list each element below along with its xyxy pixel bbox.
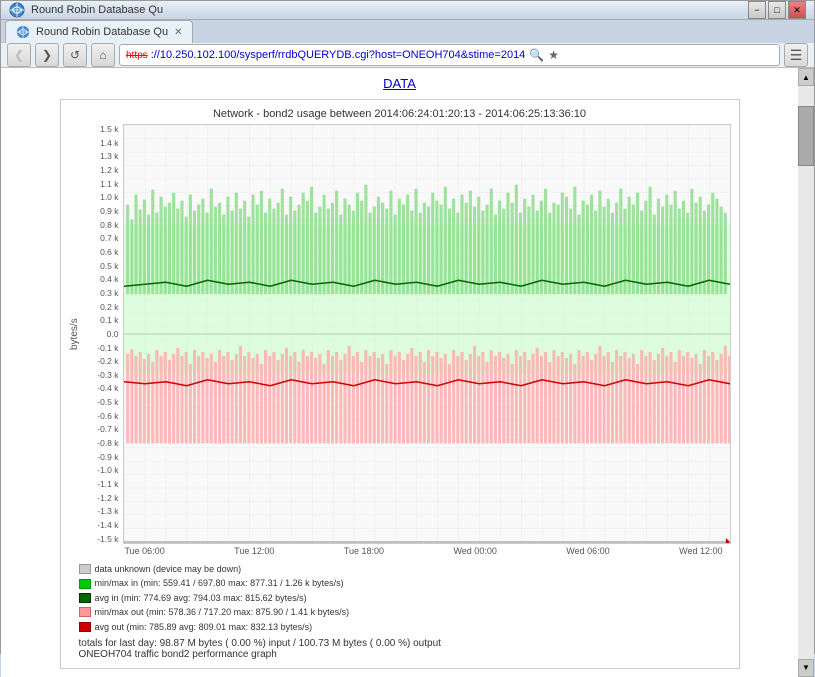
legend-label-avg-out: avg out (min: 785.89 avg: 809.01 max: 83… bbox=[95, 620, 313, 634]
menu-button[interactable]: ☰ bbox=[784, 43, 808, 67]
totals-text: totals for last day: 98.87 M bytes ( 0.0… bbox=[79, 638, 731, 660]
legend-label-minmax-out: min/max out (min: 578.36 / 717.20 max: 8… bbox=[95, 605, 350, 619]
nav-bar: ❮ ❯ ↺ ⌂ https ://10.250.102.100/sysperf/… bbox=[1, 43, 814, 68]
address-bar[interactable]: https ://10.250.102.100/sysperf/rrdbQUER… bbox=[119, 44, 780, 66]
footer-line: ONEOH704 traffic bond2 performance graph bbox=[79, 649, 731, 660]
legend-row-unknown: data unknown (device may be down) bbox=[79, 562, 731, 576]
window-controls: − □ ✕ bbox=[748, 1, 806, 19]
legend-row-avg-out: avg out (min: 785.89 avg: 809.01 max: 83… bbox=[79, 620, 731, 634]
legend-color-minmax-out bbox=[79, 607, 91, 617]
main-content: DATA Network - bond2 usage between 2014:… bbox=[1, 68, 798, 677]
chart-plot: /* bars generated inline */ bbox=[123, 124, 731, 544]
maximize-button[interactable]: □ bbox=[768, 1, 786, 19]
x-label-3: Tue 18:00 bbox=[344, 546, 384, 556]
scroll-up-button[interactable]: ▲ bbox=[798, 68, 814, 86]
tab-bar: Round Robin Database Qu ✕ bbox=[1, 20, 814, 43]
browser-window: Round Robin Database Qu − □ ✕ Round Robi… bbox=[0, 0, 815, 654]
legend-row-minmax-in: min/max in (min: 559.41 / 697.80 max: 87… bbox=[79, 576, 731, 590]
home-button[interactable]: ⌂ bbox=[91, 43, 115, 67]
legend-color-minmax-in bbox=[79, 579, 91, 589]
back-button[interactable]: ❮ bbox=[7, 43, 31, 67]
tab-label: Round Robin Database Qu bbox=[36, 26, 168, 38]
chart-title: Network - bond2 usage between 2014:06:24… bbox=[69, 108, 731, 120]
scrollbar[interactable]: ▲ ▼ bbox=[798, 68, 814, 677]
data-link[interactable]: DATA bbox=[13, 76, 786, 91]
reload-button[interactable]: ↺ bbox=[63, 43, 87, 67]
browser-icon bbox=[9, 2, 25, 18]
y-axis-label: bytes/s bbox=[69, 124, 87, 544]
x-axis-labels: Tue 06:00 Tue 12:00 Tue 18:00 Wed 00:00 … bbox=[125, 546, 723, 556]
legend-label-unknown: data unknown (device may be down) bbox=[95, 562, 242, 576]
https-strikethrough: https bbox=[126, 50, 148, 61]
x-label-5: Wed 06:00 bbox=[566, 546, 609, 556]
x-label-2: Tue 12:00 bbox=[234, 546, 274, 556]
legend-row-minmax-out: min/max out (min: 578.36 / 717.20 max: 8… bbox=[79, 605, 731, 619]
legend-row-avg-in: avg in (min: 774.69 avg: 794.03 max: 815… bbox=[79, 591, 731, 605]
legend-color-avg-out bbox=[79, 622, 91, 632]
totals-line: totals for last day: 98.87 M bytes ( 0.0… bbox=[79, 638, 731, 649]
chart-container: Network - bond2 usage between 2014:06:24… bbox=[60, 99, 740, 669]
y-axis-labels: 1.5 k 1.4 k 1.3 k 1.2 k 1.1 k 1.0 k 0.9 … bbox=[87, 124, 123, 544]
bookmark-icon[interactable]: ★ bbox=[548, 48, 559, 62]
scroll-down-button[interactable]: ▼ bbox=[798, 659, 814, 677]
legend-label-minmax-in: min/max in (min: 559.41 / 697.80 max: 87… bbox=[95, 576, 344, 590]
x-label-4: Wed 00:00 bbox=[453, 546, 496, 556]
x-label-6: Wed 12:00 bbox=[679, 546, 722, 556]
minimize-button[interactable]: − bbox=[748, 1, 766, 19]
address-text: ://10.250.102.100/sysperf/rrdbQUERYDB.cg… bbox=[151, 49, 526, 61]
address-icons: 🔍 ★ bbox=[529, 48, 559, 62]
content-wrapper: DATA Network - bond2 usage between 2014:… bbox=[1, 68, 814, 677]
legend-color-unknown bbox=[79, 564, 91, 574]
legend-label-avg-in: avg in (min: 774.69 avg: 794.03 max: 815… bbox=[95, 591, 307, 605]
legend: data unknown (device may be down) min/ma… bbox=[79, 562, 731, 634]
tab-favicon bbox=[16, 25, 30, 39]
scroll-thumb[interactable] bbox=[798, 106, 814, 166]
x-label-1: Tue 06:00 bbox=[125, 546, 165, 556]
forward-button[interactable]: ❯ bbox=[35, 43, 59, 67]
legend-color-avg-in bbox=[79, 593, 91, 603]
title-bar: Round Robin Database Qu − □ ✕ bbox=[1, 1, 814, 20]
search-icon[interactable]: 🔍 bbox=[529, 48, 544, 62]
scroll-track bbox=[798, 86, 814, 659]
tab-title: Round Robin Database Qu bbox=[31, 4, 748, 16]
tab-close-button[interactable]: ✕ bbox=[174, 27, 182, 38]
close-button[interactable]: ✕ bbox=[788, 1, 806, 19]
active-tab[interactable]: Round Robin Database Qu ✕ bbox=[5, 20, 193, 43]
network-chart-svg: /* bars generated inline */ bbox=[123, 124, 731, 544]
